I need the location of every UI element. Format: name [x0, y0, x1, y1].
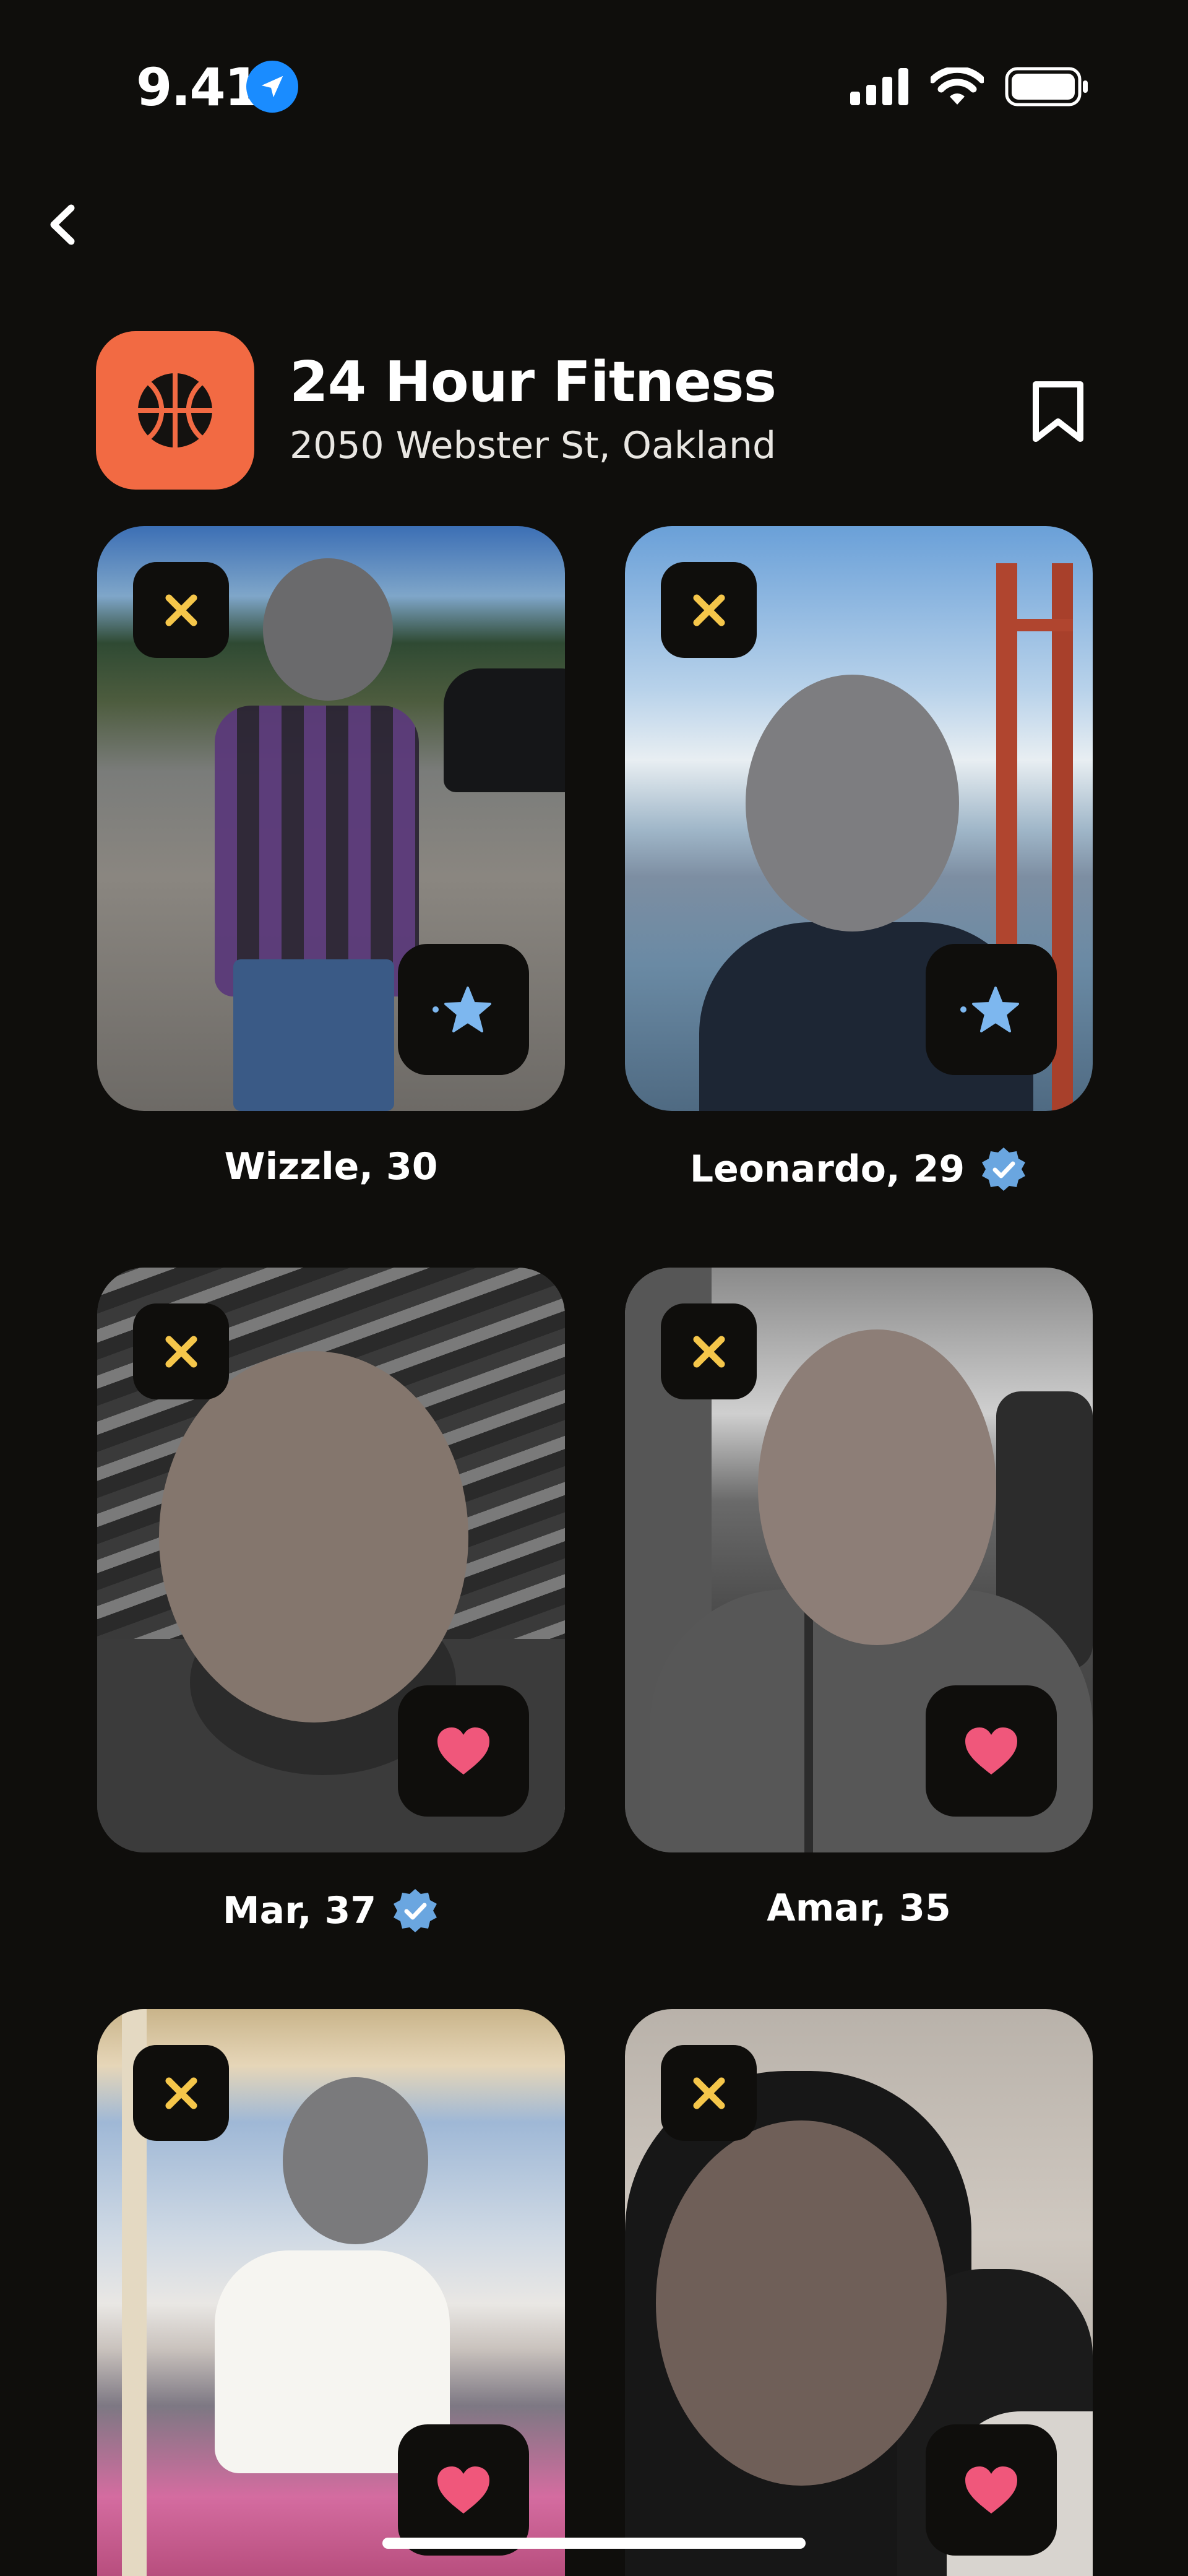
dismiss-button[interactable]	[133, 2045, 229, 2141]
location-arrow-icon	[246, 61, 298, 113]
like-button[interactable]	[398, 2424, 529, 2556]
profile-label: Mar, 37	[97, 1887, 565, 1935]
profile-card[interactable]	[97, 526, 565, 1111]
like-button[interactable]	[926, 1685, 1057, 1817]
system-icons	[850, 67, 1089, 106]
bookmark-icon	[1033, 381, 1083, 442]
like-button[interactable]	[398, 1685, 529, 1817]
verified-badge-icon	[394, 1889, 437, 1932]
heart-icon	[965, 1727, 1017, 1774]
venue-address: 2050 Webster St, Oakland	[290, 424, 777, 467]
profile-card[interactable]	[97, 2009, 565, 2576]
back-button[interactable]	[37, 197, 87, 253]
profile-name-age: Mar, 37	[222, 1889, 377, 1932]
profile-label: Leonardo, 29	[625, 1145, 1093, 1193]
close-icon	[165, 594, 197, 626]
profile-card[interactable]	[97, 1268, 565, 1852]
profile-name-age: Amar, 35	[767, 1887, 951, 1930]
close-icon	[693, 594, 725, 626]
heart-icon	[437, 1727, 489, 1774]
close-icon	[165, 1336, 197, 1367]
chevron-left-icon	[50, 204, 75, 245]
super-like-button[interactable]	[398, 944, 529, 1075]
verified-badge-icon	[982, 1148, 1026, 1191]
like-button[interactable]	[926, 2424, 1057, 2556]
dismiss-button[interactable]	[661, 1303, 757, 1399]
close-icon	[165, 2077, 197, 2109]
basketball-icon	[138, 373, 212, 447]
home-indicator[interactable]	[382, 2538, 806, 2549]
bookmark-button[interactable]	[1024, 374, 1092, 449]
status-bar: 9.41	[0, 0, 1188, 161]
dismiss-button[interactable]	[661, 2045, 757, 2141]
heart-icon	[965, 2466, 1017, 2513]
profile-card[interactable]	[625, 526, 1093, 1111]
star-icon	[960, 987, 1019, 1032]
super-like-button[interactable]	[926, 944, 1057, 1075]
venue-name: 24 Hour Fitness	[290, 350, 777, 415]
profile-label: Wizzle, 30	[97, 1145, 565, 1188]
dismiss-button[interactable]	[133, 562, 229, 658]
battery-icon	[1005, 67, 1088, 106]
dismiss-button[interactable]	[133, 1303, 229, 1399]
venue-logo	[96, 331, 254, 490]
status-time: 9.41	[136, 57, 260, 118]
wifi-icon	[931, 67, 984, 105]
heart-icon	[437, 2466, 489, 2513]
profile-card[interactable]	[625, 1268, 1093, 1852]
star-icon	[433, 987, 491, 1032]
profile-label: Amar, 35	[625, 1887, 1093, 1930]
venue-header: 24 Hour Fitness 2050 Webster St, Oakland	[96, 331, 1092, 492]
dismiss-button[interactable]	[661, 562, 757, 658]
profile-card[interactable]	[625, 2009, 1093, 2576]
profile-name-age: Wizzle, 30	[224, 1145, 438, 1188]
cellular-signal-icon	[850, 68, 908, 105]
close-icon	[693, 2077, 725, 2109]
profile-name-age: Leonardo, 29	[689, 1148, 965, 1191]
close-icon	[693, 1336, 725, 1367]
